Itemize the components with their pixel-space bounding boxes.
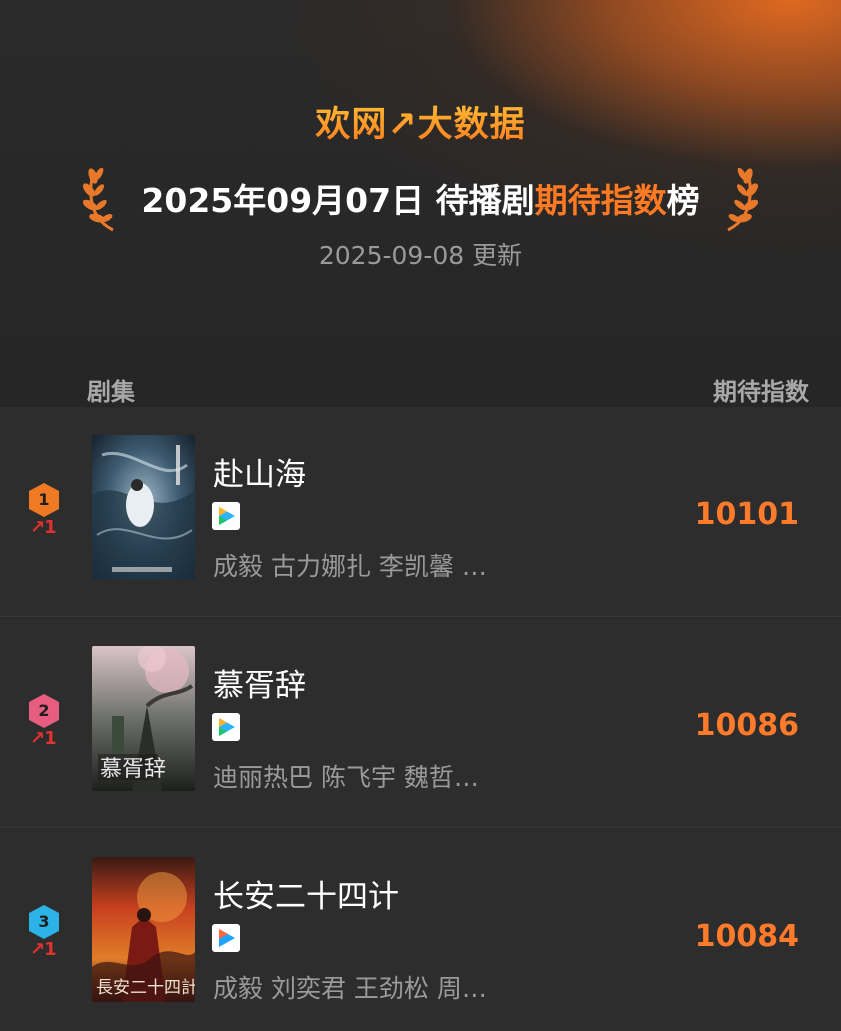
rank-trend: ↗1 — [30, 728, 57, 749]
poster-image[interactable]: 慕胥辞 — [92, 646, 195, 791]
brand-logo: 欢网↗大数据 — [0, 96, 841, 147]
svg-text:長安二十四計: 長安二十四計 — [96, 978, 195, 998]
ranking-row-3[interactable]: 3 ↗1 長安二十四計 长安二十四计 成毅 刘奕君 王劲松 周… 10084 — [0, 829, 841, 1031]
ranking-row-2[interactable]: 2 ↗1 慕胥辞 慕胥辞 迪丽热巴 陈飞宇 魏哲… 10086 — [0, 618, 841, 828]
ranking-row-1[interactable]: 1 ↗1 赴山海 成毅 古力娜扎 李凯馨 … 10101 — [0, 407, 841, 617]
expectation-score: 10084 — [694, 919, 799, 954]
youku-icon — [212, 924, 240, 952]
drama-title[interactable]: 长安二十四计 — [213, 871, 399, 916]
header-banner: 欢网↗大数据 2025年09月07日 待播剧期待指数榜 2025-09-08 更… — [0, 0, 841, 407]
title-date: 2025年09月07日 待播剧 — [141, 181, 535, 220]
rank-number: 3 — [38, 912, 50, 931]
expectation-score: 10086 — [694, 708, 799, 743]
rank-trend: ↗1 — [30, 517, 57, 538]
cast-list: 成毅 刘奕君 王劲松 周… — [213, 974, 487, 1003]
ranking-page: 欢网↗大数据 2025年09月07日 待播剧期待指数榜 2025-09-08 更… — [0, 0, 841, 1031]
rank-trend: ↗1 — [30, 939, 57, 960]
title-highlight: 期待指数 — [534, 181, 667, 220]
page-title: 2025年09月07日 待播剧期待指数榜 — [0, 176, 841, 226]
svg-text:慕胥辞: 慕胥辞 — [100, 757, 166, 782]
drama-title[interactable]: 赴山海 — [213, 449, 306, 494]
tencent-video-icon — [212, 713, 240, 741]
title-suffix: 榜 — [666, 181, 700, 220]
rank-number: 2 — [38, 701, 50, 720]
rank-number: 1 — [38, 490, 50, 509]
update-time: 2025-09-08 更新 — [318, 241, 523, 270]
column-header-index: 期待指数 — [713, 378, 809, 406]
cast-list: 成毅 古力娜扎 李凯馨 … — [213, 552, 487, 581]
tencent-video-icon — [212, 502, 240, 530]
drama-title[interactable]: 慕胥辞 — [213, 660, 306, 705]
cast-list: 迪丽热巴 陈飞宇 魏哲… — [213, 763, 479, 792]
expectation-score: 10101 — [694, 497, 799, 532]
poster-image[interactable]: 長安二十四計 — [92, 857, 195, 1002]
poster-image[interactable] — [92, 435, 195, 580]
column-header-series: 剧集 — [87, 378, 135, 406]
